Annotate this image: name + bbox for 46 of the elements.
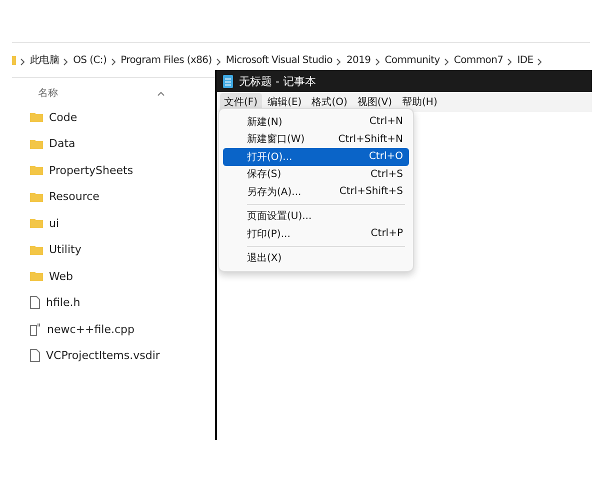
sort-caret-icon: [157, 90, 165, 96]
breadcrumb-item[interactable]: Community: [384, 54, 440, 66]
window-title: 无标题 - 记事本: [239, 74, 316, 88]
file-name[interactable]: newc++file.cpp: [47, 322, 134, 336]
chevron-right-icon: [374, 58, 381, 66]
file-name[interactable]: Utility: [49, 243, 82, 256]
menu-option[interactable]: 另存为(A)... Ctrl+Shift+S: [223, 183, 409, 200]
file-icon: [30, 349, 40, 362]
menu-option[interactable]: 打印(P)... Ctrl+P: [223, 225, 409, 242]
file-name[interactable]: Web: [49, 270, 73, 283]
chevron-right-icon: [110, 58, 117, 66]
column-header[interactable]: 名称: [38, 86, 58, 100]
menu-option[interactable]: 打开(O)... Ctrl+O: [223, 148, 409, 166]
new-file-icon: [30, 322, 41, 336]
chevron-right-icon: [537, 58, 544, 66]
notepad-icon: [223, 74, 233, 88]
menu-item[interactable]: 帮助(H): [398, 93, 442, 111]
menu-item[interactable]: 格式(O): [308, 93, 352, 111]
menu-item[interactable]: 编辑(E): [264, 93, 306, 111]
file-name[interactable]: VCProjectItems.vsdir: [46, 349, 160, 362]
chevron-right-icon: [507, 58, 514, 66]
file-name[interactable]: PropertySheets: [49, 164, 134, 177]
file-name[interactable]: hfile.h: [46, 296, 80, 310]
breadcrumb-item[interactable]: 此电脑: [30, 53, 60, 67]
chevron-right-icon: [20, 58, 26, 66]
chevron-right-icon: [444, 58, 450, 66]
breadcrumb-item[interactable]: Microsoft Visual Studio: [226, 54, 332, 66]
breadcrumb-item[interactable]: Common7: [454, 54, 504, 66]
chevron-right-icon: [336, 58, 342, 66]
breadcrumb-item[interactable]: 2019: [346, 54, 371, 66]
menu-item[interactable]: 视图(V): [353, 93, 396, 111]
breadcrumb-item[interactable]: OS (C:): [73, 54, 107, 66]
file-icon: [30, 296, 40, 310]
breadcrumb-item[interactable]: IDE: [517, 54, 534, 66]
chevron-right-icon: [63, 58, 70, 66]
menu-option[interactable]: 页面设置(U)...: [223, 208, 409, 225]
menu-option[interactable]: 新建窗口(W) Ctrl+Shift+N: [223, 130, 409, 148]
menu-option[interactable]: 保存(S) Ctrl+S: [223, 166, 409, 183]
file-name[interactable]: ui: [49, 216, 60, 230]
menu-option[interactable]: 退出(X): [223, 250, 409, 267]
file-name[interactable]: Data: [49, 137, 76, 150]
menu-option[interactable]: 新建(N) Ctrl+N: [223, 113, 409, 130]
breadcrumb-item[interactable]: Program Files (x86): [120, 54, 212, 66]
chevron-right-icon: [216, 58, 222, 66]
file-name[interactable]: Code: [49, 110, 78, 124]
file-name[interactable]: Resource: [49, 190, 100, 204]
